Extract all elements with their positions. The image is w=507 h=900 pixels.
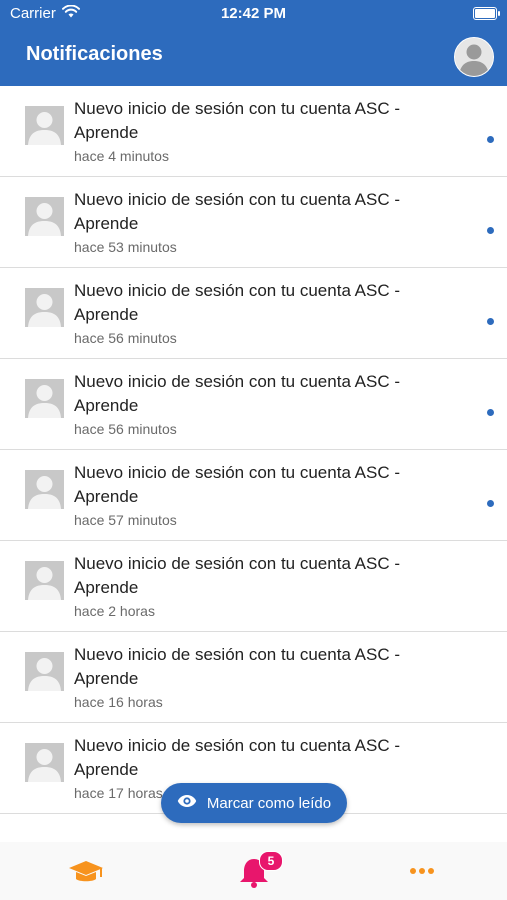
mark-as-read-label: Marcar como leído: [206, 794, 332, 812]
status-time: 12:42 PM: [220, 5, 287, 22]
tab-bar: 5: [0, 842, 507, 900]
default-user-avatar-icon: [25, 470, 64, 509]
notification-item[interactable]: Nuevo inicio de sesión con tu cuenta ASC…: [0, 541, 507, 632]
bell-icon: [234, 859, 274, 892]
tab-notifications[interactable]: 5: [234, 851, 283, 888]
default-user-avatar-icon: [25, 288, 64, 327]
default-user-avatar-icon: [25, 652, 64, 691]
notification-time: hace 4 minutos: [74, 148, 169, 164]
more-dots-icon: [402, 868, 442, 892]
tab-more[interactable]: [402, 854, 442, 888]
unread-dot: [487, 136, 494, 143]
notification-time: hace 56 minutos: [74, 421, 177, 437]
app-header: Notificaciones: [0, 28, 507, 86]
notification-time: hace 57 minutos: [74, 512, 177, 528]
default-user-avatar-icon: [25, 106, 64, 145]
notification-time: hace 17 horas: [74, 785, 163, 801]
notification-time: hace 53 minutos: [74, 239, 177, 255]
default-user-avatar-icon: [25, 561, 64, 600]
page-title: Notificaciones: [26, 43, 163, 65]
unread-dot: [487, 409, 494, 416]
tab-courses[interactable]: [66, 854, 106, 888]
notification-title: Nuevo inicio de sesión con tu cuenta ASC…: [74, 190, 401, 233]
notification-item[interactable]: Nuevo inicio de sesión con tu cuenta ASC…: [0, 86, 507, 177]
notification-title: Nuevo inicio de sesión con tu cuenta ASC…: [74, 645, 401, 688]
user-avatar-icon[interactable]: [454, 37, 494, 77]
graduation-cap-icon: [66, 861, 106, 892]
notification-item[interactable]: Nuevo inicio de sesión con tu cuenta ASC…: [0, 632, 507, 723]
eye-icon: [177, 794, 197, 812]
notification-item[interactable]: Nuevo inicio de sesión con tu cuenta ASC…: [0, 359, 507, 450]
notification-item[interactable]: Nuevo inicio de sesión con tu cuenta ASC…: [0, 268, 507, 359]
unread-dot: [487, 318, 494, 325]
notification-title: Nuevo inicio de sesión con tu cuenta ASC…: [74, 281, 401, 324]
notifications-list: Nuevo inicio de sesión con tu cuenta ASC…: [0, 86, 507, 814]
notification-title: Nuevo inicio de sesión con tu cuenta ASC…: [74, 554, 401, 597]
notification-item[interactable]: Nuevo inicio de sesión con tu cuenta ASC…: [0, 450, 507, 541]
status-bar: Carrier 12:42 PM: [0, 0, 507, 28]
notification-title: Nuevo inicio de sesión con tu cuenta ASC…: [74, 99, 401, 142]
notification-count-badge: 5: [259, 851, 283, 871]
mark-as-read-button[interactable]: Marcar como leído: [161, 783, 347, 823]
default-user-avatar-icon: [25, 197, 64, 236]
notification-item[interactable]: Nuevo inicio de sesión con tu cuenta ASC…: [0, 177, 507, 268]
notification-time: hace 2 horas: [74, 603, 155, 619]
notification-title: Nuevo inicio de sesión con tu cuenta ASC…: [74, 736, 401, 779]
notification-time: hace 56 minutos: [74, 330, 177, 346]
default-user-avatar-icon: [25, 743, 64, 782]
notification-time: hace 16 horas: [74, 694, 163, 710]
battery-icon: [473, 7, 500, 20]
default-user-avatar-icon: [25, 379, 64, 418]
unread-dot: [487, 227, 494, 234]
unread-dot: [487, 500, 494, 507]
notification-title: Nuevo inicio de sesión con tu cuenta ASC…: [74, 372, 401, 415]
notification-title: Nuevo inicio de sesión con tu cuenta ASC…: [74, 463, 401, 506]
